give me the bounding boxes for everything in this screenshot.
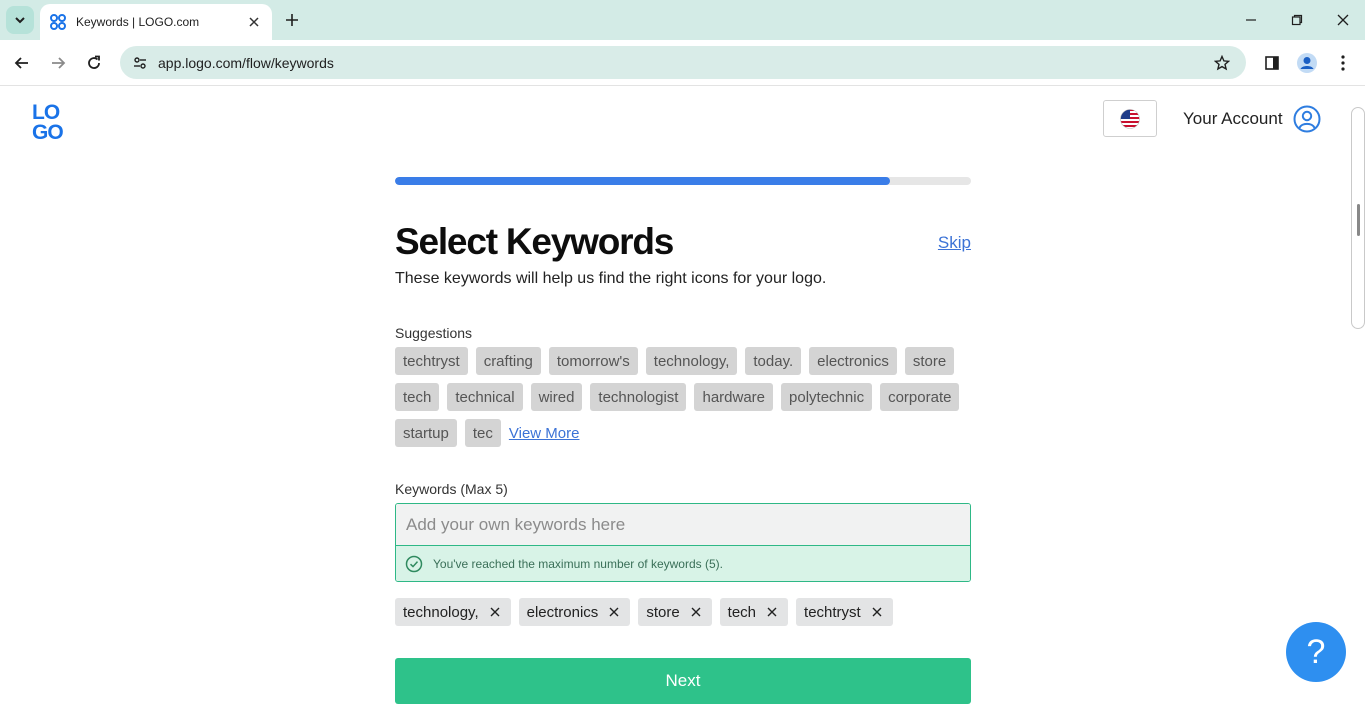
profile-avatar-icon[interactable] [1294, 50, 1320, 76]
reload-button[interactable] [81, 50, 107, 76]
suggestion-chip[interactable]: polytechnic [781, 383, 873, 411]
selected-keywords: technology, electronics store tech techt… [395, 598, 893, 626]
address-bar[interactable]: app.logo.com/flow/keywords [120, 46, 1246, 79]
user-circle-icon [1293, 105, 1321, 133]
keywords-box: You've reached the maximum number of key… [395, 503, 971, 582]
remove-keyword-icon[interactable] [487, 604, 503, 620]
suggestion-chip[interactable]: technologist [590, 383, 687, 411]
suggestion-chip[interactable]: store [904, 347, 955, 375]
suggestion-chip[interactable]: wired [530, 383, 583, 411]
suggestion-chip[interactable]: tec [464, 419, 501, 447]
view-more-link[interactable]: View More [509, 425, 580, 442]
suggestion-chips: techtryst crafting tomorrow's technology… [395, 347, 985, 447]
minimize-button[interactable] [1239, 8, 1263, 32]
close-icon [1337, 14, 1349, 26]
suggestion-chip[interactable]: electronics [809, 347, 897, 375]
plus-icon [286, 14, 298, 26]
tab-search-button[interactable] [6, 6, 34, 34]
back-button[interactable] [9, 50, 35, 76]
selected-keyword-label: technology, [403, 603, 479, 621]
selected-keyword-label: techtryst [804, 603, 861, 621]
suggestion-chip[interactable]: tomorrow's [548, 347, 638, 375]
chevron-down-icon [15, 17, 25, 24]
max-keywords-message: You've reached the maximum number of key… [396, 545, 970, 581]
progress-fill [395, 177, 891, 185]
progress-bar [395, 177, 971, 185]
suggestion-chip[interactable]: startup [395, 419, 457, 447]
suggestion-chip[interactable]: corporate [880, 383, 960, 411]
page-scrollbar[interactable] [1351, 107, 1365, 329]
max-keywords-text: You've reached the maximum number of key… [433, 556, 723, 571]
skip-link[interactable]: Skip [938, 233, 971, 253]
language-selector-button[interactable] [1103, 100, 1157, 137]
selected-keyword-chip: technology, [395, 598, 511, 626]
arrow-left-icon [14, 57, 28, 69]
arrow-right-icon [52, 57, 66, 69]
browser-tab[interactable]: Keywords | LOGO.com [40, 4, 272, 40]
selected-keyword-chip: techtryst [796, 598, 893, 626]
remove-keyword-icon[interactable] [764, 604, 780, 620]
suggestion-chip[interactable]: crafting [475, 347, 541, 375]
help-button[interactable]: ? [1286, 622, 1346, 682]
page-title: Select Keywords [395, 221, 674, 262]
tab-title: Keywords | LOGO.com [76, 15, 200, 29]
scrollbar-thumb[interactable] [1357, 204, 1360, 236]
logo[interactable]: LO GO [32, 100, 72, 140]
logo-favicon-icon [50, 14, 66, 30]
selected-keyword-chip: electronics [518, 598, 631, 626]
restore-icon [1291, 14, 1303, 26]
suggestion-chip[interactable]: technology, [645, 347, 738, 375]
url-text: app.logo.com/flow/keywords [158, 54, 334, 71]
remove-keyword-icon[interactable] [688, 604, 704, 620]
account-menu[interactable]: Your Account [1183, 103, 1321, 135]
selected-keyword-label: electronics [526, 603, 599, 621]
forward-button[interactable] [45, 50, 71, 76]
svg-text:GO: GO [32, 121, 63, 140]
suggestion-chip[interactable]: technical [447, 383, 523, 411]
bookmark-star-icon[interactable] [1208, 49, 1236, 77]
page-subtitle: These keywords will help us find the rig… [395, 270, 827, 287]
site-info-icon[interactable] [124, 51, 156, 75]
selected-keyword-chip: tech [719, 598, 789, 626]
remove-keyword-icon[interactable] [606, 604, 622, 620]
restore-button[interactable] [1285, 8, 1309, 32]
selected-keyword-label: tech [727, 603, 757, 621]
keywords-label: Keywords (Max 5) [395, 481, 508, 497]
selected-keyword-chip: store [638, 598, 712, 626]
selected-keyword-label: store [646, 603, 680, 621]
remove-keyword-icon[interactable] [869, 604, 885, 620]
browser-tabbar: Keywords | LOGO.com [0, 0, 1365, 40]
browser-toolbar: app.logo.com/flow/keywords [0, 40, 1365, 86]
reload-icon [88, 55, 100, 69]
suggestion-chip[interactable]: techtryst [395, 347, 468, 375]
new-tab-button[interactable] [282, 10, 302, 30]
side-panel-icon[interactable] [1259, 50, 1285, 76]
check-circle-icon [405, 555, 423, 572]
suggestion-chip[interactable]: hardware [694, 383, 774, 411]
account-label: Your Account [1183, 109, 1283, 128]
next-button[interactable]: Next [395, 658, 971, 704]
window-close-button[interactable] [1331, 8, 1355, 32]
suggestion-chip[interactable]: today. [745, 347, 802, 375]
tab-close-icon[interactable] [246, 14, 262, 30]
keywords-input[interactable] [396, 504, 970, 545]
browser-menu-icon[interactable] [1330, 50, 1356, 76]
us-flag-icon [1120, 108, 1140, 129]
suggestion-chip[interactable]: tech [395, 383, 440, 411]
suggestions-label: Suggestions [395, 325, 473, 341]
minimize-icon [1246, 19, 1256, 21]
page: LO GO Your Account Select Keywords Skip … [0, 87, 1365, 720]
